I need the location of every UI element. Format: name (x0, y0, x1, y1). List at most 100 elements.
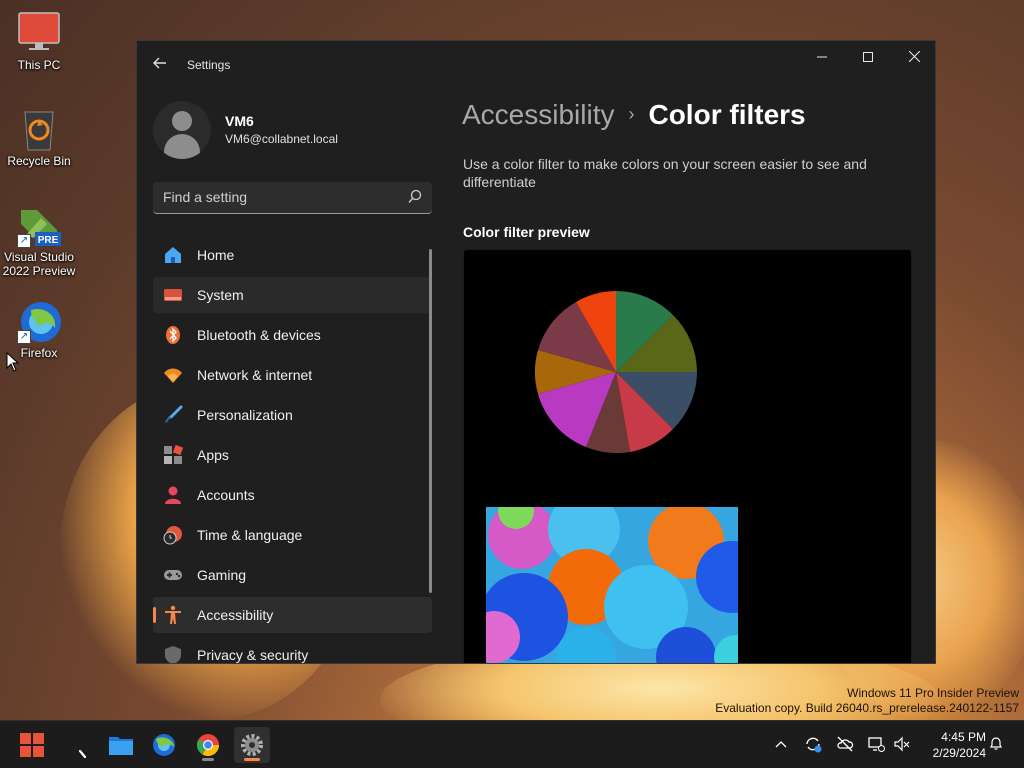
watermark-line-1: Windows 11 Pro Insider Preview (847, 686, 1019, 700)
bell-icon (990, 737, 1002, 750)
sidebar-item-label: System (197, 287, 244, 303)
breadcrumb: Accessibility › Color filters (462, 99, 806, 131)
sync-icon (806, 737, 822, 753)
desktop-icon-label: This PC (17, 58, 61, 72)
shortcut-arrow-icon: ↗ (17, 330, 31, 344)
firefox-taskbar-button[interactable] (146, 727, 182, 763)
taskbar-clock[interactable]: 4:45 PM 2/29/2024 (920, 729, 986, 761)
sidebar-item-time-language[interactable]: Time & language (153, 517, 432, 553)
home-icon (165, 247, 181, 263)
wifi-icon (164, 368, 182, 383)
close-button[interactable] (891, 41, 935, 73)
start-button[interactable] (14, 727, 50, 763)
sidebar-item-bluetooth[interactable]: Bluetooth & devices (153, 317, 432, 353)
network-icon (868, 737, 885, 752)
file-explorer-button[interactable] (103, 727, 139, 763)
back-arrow-icon (153, 57, 166, 69)
back-button[interactable] (149, 55, 171, 77)
shield-icon (165, 646, 181, 663)
search-icon (78, 749, 87, 759)
clock-date: 2/29/2024 (932, 746, 986, 760)
sidebar-item-label: Personalization (197, 407, 293, 423)
volume-tray-icon[interactable] (892, 735, 912, 755)
maximize-button[interactable] (845, 41, 891, 73)
shortcut-arrow-icon: ↗ (17, 234, 31, 248)
window-title: Settings (187, 58, 231, 72)
file-explorer-icon (109, 737, 133, 755)
running-indicator (244, 758, 260, 761)
sidebar-item-label: Accounts (197, 487, 255, 503)
network-tray-icon[interactable] (866, 735, 886, 755)
sidebar-item-gaming[interactable]: Gaming (153, 557, 432, 593)
sidebar-item-network[interactable]: Network & internet (153, 357, 432, 393)
page-title: Color filters (648, 99, 806, 130)
sidebar-scrollbar[interactable] (429, 249, 432, 593)
clock-time: 4:45 PM (941, 730, 986, 744)
sidebar-item-label: Privacy & security (197, 647, 309, 663)
apps-icon (164, 445, 183, 464)
user-name: VM6 (225, 113, 254, 129)
close-icon (908, 50, 920, 63)
color-wheel (534, 291, 697, 454)
firefox-icon (153, 734, 175, 756)
sidebar-item-label: Gaming (197, 567, 247, 583)
page-description: Use a color filter to make colors on you… (463, 156, 867, 190)
watermark-line-2: Evaluation copy. Build 26040.rs_prerelea… (715, 701, 1019, 715)
desktop-icon-visual-studio[interactable]: PRE ↗ Visual Studio 2022 Preview (1, 204, 77, 278)
sidebar-item-accounts[interactable]: Accounts (153, 477, 432, 513)
sidebar-item-personalization[interactable]: Personalization (153, 397, 432, 433)
visual-studio-icon: PRE ↗ (17, 204, 61, 248)
umbrellas-photo (486, 507, 738, 663)
search-input[interactable] (153, 182, 393, 212)
desktop-icon-label: Recycle Bin (7, 154, 71, 168)
desktop-icon-this-pc[interactable]: This PC (1, 12, 77, 72)
sidebar-item-apps[interactable]: Apps (153, 437, 432, 473)
selection-indicator (153, 607, 156, 623)
preview-heading: Color filter preview (463, 224, 590, 240)
onedrive-tray-icon[interactable] (835, 735, 855, 755)
sidebar-item-home[interactable]: Home (153, 237, 432, 273)
breadcrumb-parent[interactable]: Accessibility (462, 99, 614, 130)
maximize-icon (863, 52, 873, 62)
notifications-button[interactable] (986, 735, 1006, 755)
settings-taskbar-button[interactable] (234, 727, 270, 763)
speaker-muted-icon (894, 736, 910, 752)
cloud-offline-icon (837, 736, 854, 752)
breadcrumb-separator-icon: › (628, 104, 635, 124)
brush-icon (165, 405, 183, 423)
desktop-icon-firefox[interactable]: ↗ Firefox (1, 300, 77, 360)
sidebar-item-label: Time & language (197, 527, 303, 543)
bluetooth-icon (166, 326, 180, 344)
sidebar-item-system[interactable]: System (153, 277, 432, 313)
sidebar-item-label: Bluetooth & devices (197, 327, 321, 343)
running-indicator (202, 758, 214, 761)
sidebar-nav: Home System Bluetooth & devices Network … (153, 237, 432, 663)
sync-tray-icon[interactable] (803, 735, 823, 755)
taskbar: 4:45 PM 2/29/2024 (0, 720, 1024, 768)
minimize-button[interactable] (799, 41, 845, 73)
sidebar-item-label: Home (197, 247, 235, 263)
sidebar-item-label: Accessibility (197, 607, 274, 623)
monitor-icon (17, 12, 61, 56)
clock-globe-icon (163, 526, 182, 545)
sidebar-item-accessibility[interactable]: Accessibility (153, 597, 432, 633)
show-hidden-icons-button[interactable] (771, 735, 791, 755)
search-button[interactable] (64, 727, 100, 763)
sidebar-item-privacy[interactable]: Privacy & security (153, 637, 432, 663)
chevron-up-icon (775, 741, 787, 748)
gamepad-icon (164, 570, 182, 580)
start-icon (20, 733, 44, 757)
title-bar: Settings (137, 41, 935, 89)
desktop-icon-recycle-bin[interactable]: Recycle Bin (1, 108, 77, 168)
accessibility-icon (165, 605, 181, 624)
user-email: VM6@collabnet.local (225, 132, 338, 146)
chrome-taskbar-button[interactable] (190, 727, 226, 763)
sidebar-item-label: Apps (197, 447, 229, 463)
search-icon[interactable] (408, 189, 422, 205)
minimize-icon (817, 56, 827, 58)
system-icon (164, 289, 182, 301)
sidebar-item-label: Network & internet (197, 367, 313, 383)
desktop-icon-label: Visual Studio 2022 Preview (2, 250, 76, 278)
mouse-cursor-icon (6, 352, 20, 372)
avatar (153, 101, 211, 159)
